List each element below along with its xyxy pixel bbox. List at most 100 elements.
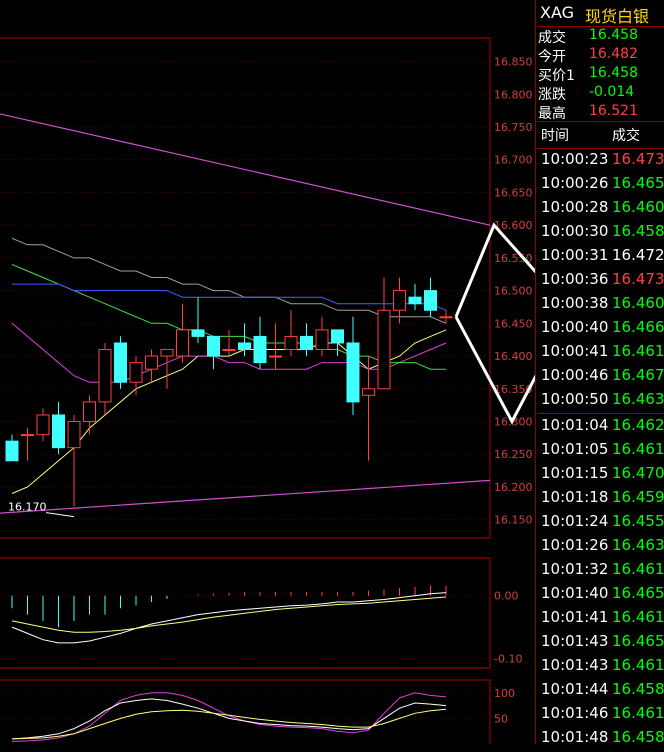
tick-time: 10:00:28 <box>541 198 609 216</box>
tick-price: 16.460 <box>612 198 664 216</box>
tick-row: 10:00:40 16.466 <box>537 318 664 342</box>
tick-time: 10:01:05 <box>541 440 609 458</box>
symbol-code: XAG <box>540 3 575 22</box>
quote-label: 最高 <box>538 106 566 122</box>
tick-price: 16.463 <box>612 536 664 554</box>
tick-price: 16.461 <box>612 704 664 722</box>
tick-price: 16.465 <box>612 584 664 602</box>
candle-down <box>408 296 422 305</box>
candle-up <box>145 355 158 370</box>
candle-down <box>207 335 220 357</box>
price-tick-label: 16.800 <box>494 88 533 101</box>
tick-row: 10:01:04 16.462 <box>537 416 664 440</box>
candle-up <box>83 401 96 423</box>
tick-row: 10:01:46 16.461 <box>537 704 664 728</box>
low-annotation-label: 16.170 <box>8 501 47 514</box>
tick-row: 10:01:41 16.461 <box>537 608 664 632</box>
candle-up <box>222 349 236 352</box>
tick-row: 10:00:46 16.467 <box>537 366 664 390</box>
price-tick-label: 16.750 <box>494 121 533 134</box>
tick-price: 16.461 <box>612 440 664 458</box>
quote-row: 最高 16.521 <box>537 103 664 122</box>
quote-value: 16.482 <box>589 46 638 62</box>
tick-time: 10:00:50 <box>541 390 609 408</box>
tick-price: 16.473 <box>612 150 664 168</box>
tick-time: 10:00:30 <box>541 222 609 240</box>
tick-time: 10:01:24 <box>541 512 609 530</box>
quote-label: 买价1 <box>538 68 575 84</box>
tick-price: 16.461 <box>612 608 664 626</box>
tick-time: 10:00:31 <box>541 246 609 264</box>
tick-row: 10:00:36 16.473 <box>537 270 664 294</box>
low-annotation-leader <box>45 512 75 518</box>
tick-time: 10:01:18 <box>541 488 609 506</box>
kdj-j-line <box>11 692 447 742</box>
tick-time: 10:00:41 <box>541 342 609 360</box>
quote-header: XAG 现货白银 <box>537 0 664 27</box>
tick-price: 16.466 <box>612 318 664 336</box>
tick-time: 10:01:04 <box>541 416 609 434</box>
tick-row: 10:01:26 16.463 <box>537 536 664 560</box>
macd-tick-label: -0.10 <box>494 653 522 666</box>
tick-time: 10:01:41 <box>541 608 609 626</box>
tick-row: 10:00:26 16.465 <box>537 174 664 198</box>
trend-line-upper <box>0 113 491 226</box>
tick-price: 16.461 <box>612 342 664 360</box>
tick-price: 16.463 <box>612 390 664 408</box>
price-tick-label: 16.700 <box>494 154 533 167</box>
price-tick-label: 16.250 <box>494 448 533 461</box>
symbol-name: 现货白银 <box>585 7 650 26</box>
candle-up <box>315 329 329 351</box>
tick-price: 16.461 <box>612 560 664 578</box>
candle-up <box>176 329 189 357</box>
tick-time: 10:01:43 <box>541 632 609 650</box>
candle-up <box>284 335 298 351</box>
kdj-tick-label: 100 <box>494 687 515 700</box>
price-tick-label: 16.200 <box>494 481 533 494</box>
candle-down <box>253 335 267 364</box>
tick-row: 10:00:31 16.472 <box>537 246 664 270</box>
tick-time: 10:00:38 <box>541 294 609 312</box>
candle-up <box>129 362 143 383</box>
candle-up <box>36 414 50 436</box>
tick-row: 10:01:24 16.455 <box>537 512 664 536</box>
tick-price: 16.459 <box>612 488 664 506</box>
zigzag-arrow-lower <box>454 316 536 425</box>
quote-row: 买价1 16.458 <box>537 65 664 84</box>
quote-value: 16.458 <box>589 27 638 43</box>
tick-price-header: 成交 <box>612 128 640 144</box>
tick-time: 10:01:43 <box>541 656 609 674</box>
candle-up <box>269 355 282 358</box>
tick-price: 16.455 <box>612 512 664 530</box>
tick-price: 16.458 <box>612 680 664 698</box>
tick-row: 10:01:18 16.459 <box>537 488 664 512</box>
tick-row: 10:00:41 16.461 <box>537 342 664 366</box>
tick-time: 10:01:46 <box>541 704 609 722</box>
tick-row: 10:01:43 16.465 <box>537 632 664 656</box>
candle-down <box>346 342 360 403</box>
candle-down <box>191 329 205 337</box>
tick-time-header: 时间 <box>541 128 569 144</box>
candle-up <box>160 349 174 357</box>
candle-down <box>52 414 65 449</box>
tick-row: 10:01:32 16.461 <box>537 560 664 584</box>
tick-price: 16.458 <box>612 222 664 240</box>
moving-average-line <box>12 283 447 311</box>
zigzag-arrow-upper <box>454 222 536 318</box>
tick-time: 10:00:46 <box>541 366 609 384</box>
panel-divider <box>535 0 536 744</box>
tick-price: 16.458 <box>612 728 664 746</box>
tick-price: 16.465 <box>612 174 664 192</box>
tick-row: 10:00:28 16.460 <box>537 198 664 222</box>
tick-price: 16.465 <box>612 632 664 650</box>
tick-time: 10:01:32 <box>541 560 609 578</box>
price-tick-label: 16.150 <box>494 514 533 527</box>
candle-down <box>424 290 437 311</box>
candle-up <box>439 316 453 319</box>
tick-time: 10:00:23 <box>541 150 609 168</box>
tick-price: 16.461 <box>612 656 664 674</box>
candle-down <box>238 342 251 351</box>
tick-row: 10:00:50 16.463 <box>537 390 664 414</box>
quote-value: -0.014 <box>589 84 635 100</box>
tick-time: 10:00:40 <box>541 318 609 336</box>
